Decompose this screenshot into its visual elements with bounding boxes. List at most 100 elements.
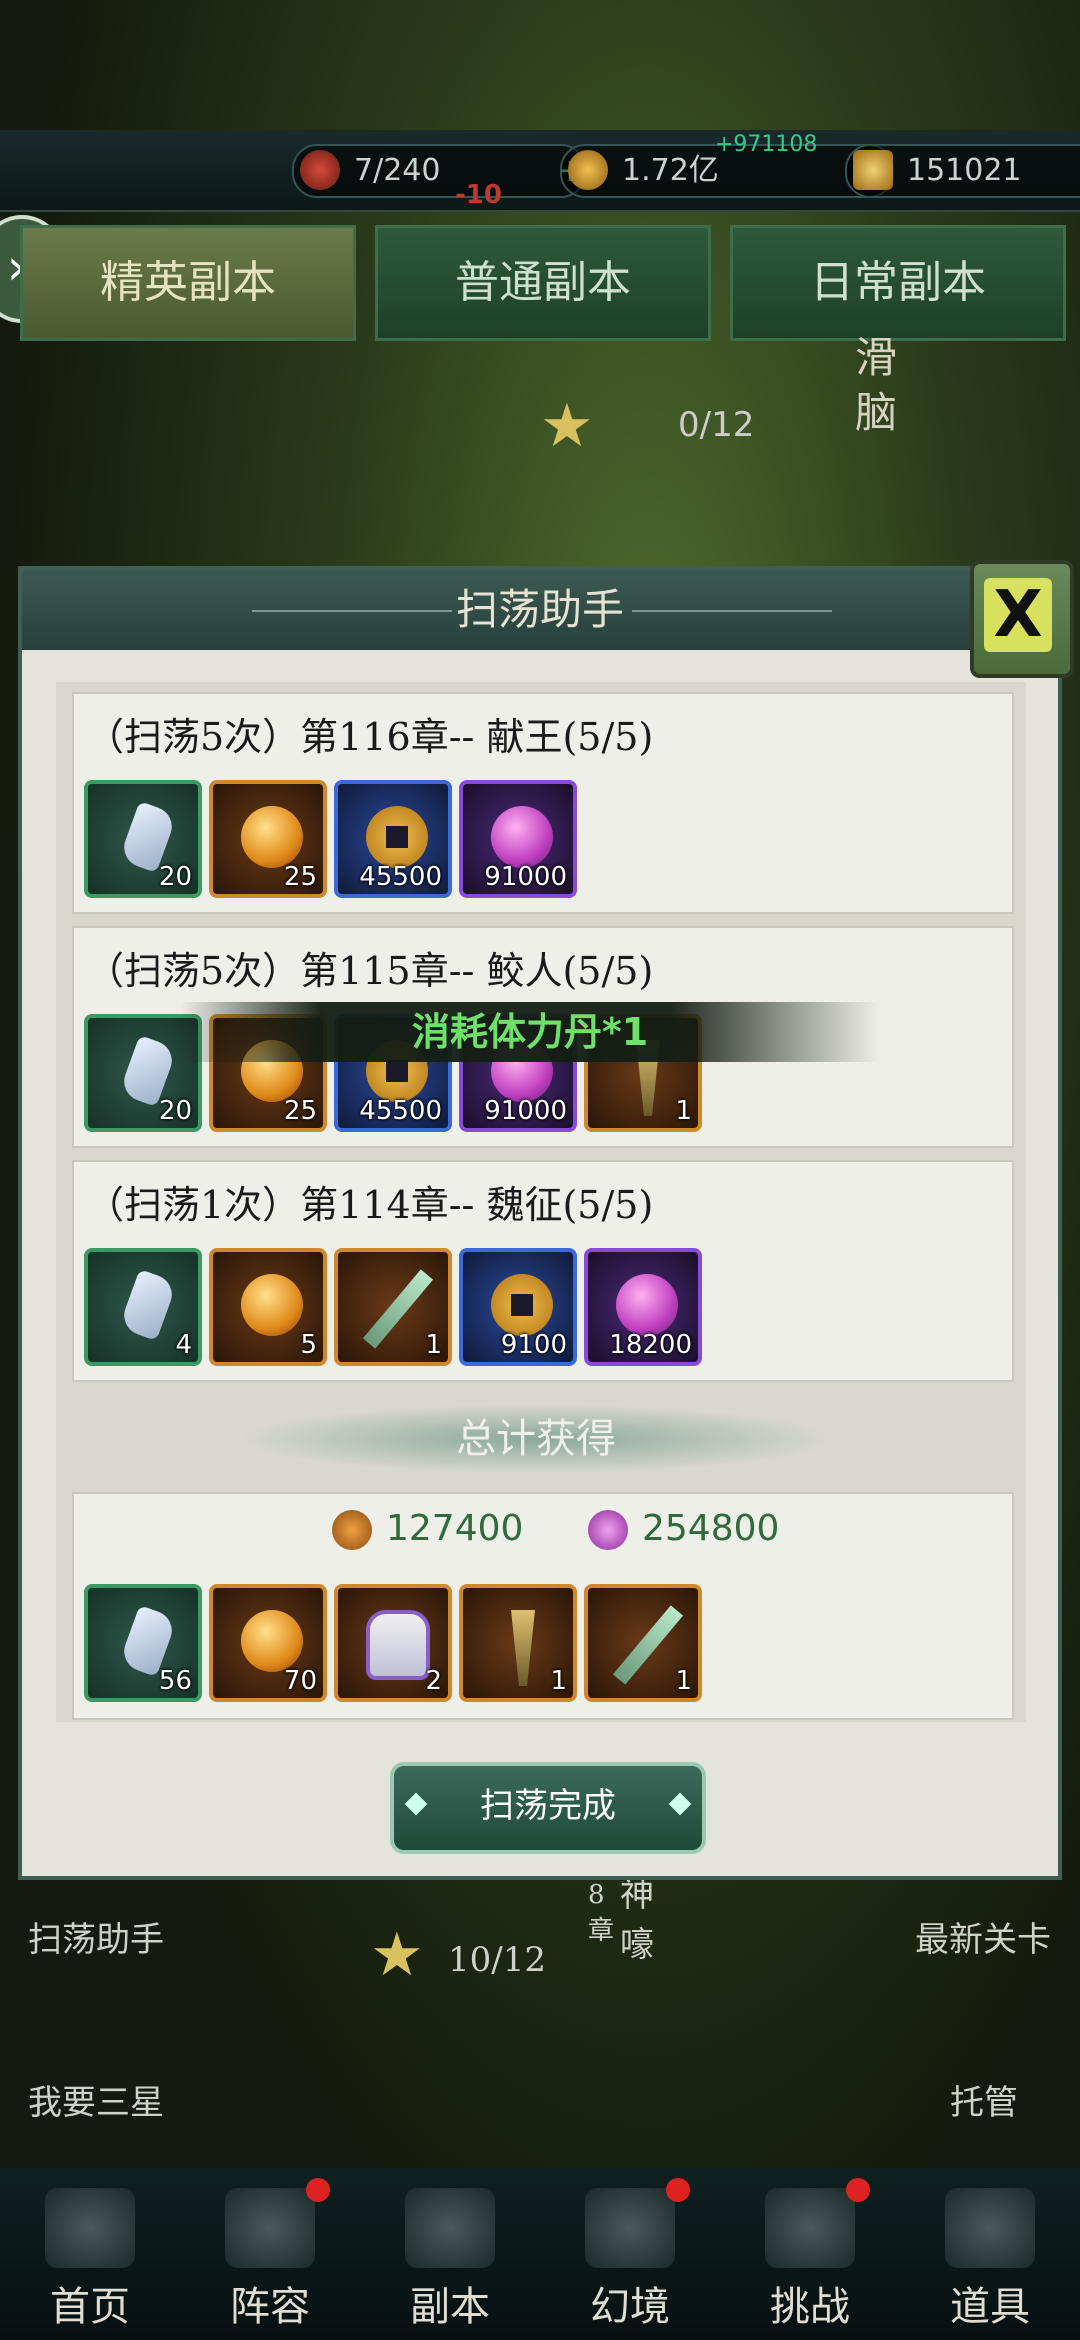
- item-quantity: 9100: [500, 1330, 567, 1360]
- item-quantity: 45500: [359, 1096, 442, 1126]
- item-quantity: 25: [283, 862, 317, 892]
- nav-item-4[interactable]: 挑战: [720, 2168, 900, 2340]
- item-quantity: 91000: [484, 862, 567, 892]
- reward-item-crystal[interactable]: 56: [84, 1584, 202, 1702]
- reward-item-sword[interactable]: 1: [334, 1248, 452, 1366]
- nav-item-3[interactable]: 幻境: [540, 2168, 720, 2340]
- nav-icon: [945, 2188, 1035, 2268]
- item-quantity: 1: [675, 1666, 692, 1696]
- nav-icon: [765, 2188, 855, 2268]
- notification-dot: [666, 2178, 690, 2202]
- item-quantity: 91000: [484, 1096, 567, 1126]
- done-label: 扫荡完成: [480, 1786, 616, 1826]
- item-quantity: 5: [300, 1330, 317, 1360]
- reward-item-sword[interactable]: 1: [584, 1584, 702, 1702]
- item-quantity: 1: [675, 1096, 692, 1126]
- reward-item-coin[interactable]: 9100: [459, 1248, 577, 1366]
- star-icon: ★: [370, 1920, 424, 1990]
- item-quantity: 45500: [359, 862, 442, 892]
- coin-icon: [491, 1274, 553, 1336]
- chapter-name: 神嚎: [620, 1875, 654, 1965]
- nav-item-1[interactable]: 阵容: [180, 2168, 360, 2340]
- coin-value: 1.72亿: [622, 153, 719, 188]
- consume-toast: 消耗体力丹*1: [180, 1002, 880, 1062]
- total-rewards-header: 总计获得: [236, 1404, 836, 1474]
- chapter-star-count-2: 10/12: [448, 1940, 546, 1980]
- notification-dot: [306, 2178, 330, 2202]
- coin-icon: [332, 1510, 372, 1550]
- close-dialog-button[interactable]: X: [970, 560, 1074, 678]
- sweep-done-button[interactable]: 扫荡完成: [390, 1762, 706, 1854]
- nav-icon: [45, 2188, 135, 2268]
- tab-elite-dungeon[interactable]: 精英副本: [20, 225, 356, 341]
- stamina-value: 7/240: [354, 153, 441, 188]
- total-coins-value: 127400: [386, 1508, 524, 1549]
- reward-item-exp[interactable]: 18200: [584, 1248, 702, 1366]
- latest-level-button[interactable]: 最新关卡: [915, 1912, 1051, 1961]
- nav-label: 幻境: [590, 2284, 670, 2330]
- chapter-star-count: 0/12: [678, 405, 755, 445]
- nav-item-5[interactable]: 道具: [900, 2168, 1080, 2340]
- sweep-dialog: 扫荡助手 （扫荡5次）第116章-- 献王(5/5) 20 25 45500 9100…: [18, 566, 1062, 1880]
- floating-gain-text: +971108: [715, 132, 818, 157]
- orb-icon: [241, 1610, 303, 1672]
- nav-item-0[interactable]: 首页: [0, 2168, 180, 2340]
- sweep-run-card: （扫荡5次）第116章-- 献王(5/5) 20 25 45500 91000: [72, 692, 1014, 914]
- run-title: （扫荡5次）第116章-- 献王(5/5): [86, 715, 654, 759]
- reward-item-crystal[interactable]: 4: [84, 1248, 202, 1366]
- orb-icon: [241, 806, 303, 868]
- total-coins: 127400: [332, 1508, 523, 1550]
- nav-icon: [585, 2188, 675, 2268]
- total-exp: 254800: [588, 1508, 779, 1550]
- three-star-button[interactable]: 我要三星: [28, 2075, 164, 2124]
- bottom-nav: 首页 阵容 副本 幻境 挑战 道具: [0, 2168, 1080, 2340]
- armor-icon: [366, 1610, 430, 1680]
- item-quantity: 56: [158, 1666, 192, 1696]
- notification-dot: [846, 2178, 870, 2202]
- reward-item-exp[interactable]: 91000: [459, 780, 577, 898]
- diamond-ornament: [668, 1792, 692, 1816]
- nav-label: 首页: [50, 2284, 130, 2330]
- tab-normal-dungeon[interactable]: 普通副本: [375, 225, 711, 341]
- reward-item-orb[interactable]: 25: [209, 780, 327, 898]
- auto-battle-button[interactable]: 托管: [950, 2075, 1018, 2124]
- close-icon: X: [984, 578, 1052, 652]
- total-rewards-card: 127400 254800 56 70 2 1 1: [72, 1492, 1014, 1720]
- chapter-number: 8章: [588, 1880, 615, 1946]
- floating-damage-text: -10: [455, 180, 502, 210]
- reward-item-boot[interactable]: 1: [459, 1584, 577, 1702]
- star-icon: ★: [540, 391, 594, 461]
- exp-icon: [588, 1510, 628, 1550]
- stamina-icon: [300, 150, 340, 190]
- item-quantity: 20: [158, 1096, 192, 1126]
- reward-item-crystal[interactable]: 20: [84, 780, 202, 898]
- exp-icon: [491, 806, 553, 868]
- nav-icon: [405, 2188, 495, 2268]
- reward-item-coin[interactable]: 45500: [334, 780, 452, 898]
- exp-icon: [616, 1274, 678, 1336]
- item-quantity: 20: [158, 862, 192, 892]
- chapter-side-label: 滑脑: [855, 333, 898, 437]
- item-quantity: 25: [283, 1096, 317, 1126]
- tab-daily-dungeon[interactable]: 日常副本: [730, 225, 1066, 341]
- item-quantity: 18200: [609, 1330, 692, 1360]
- nav-item-2[interactable]: 副本: [360, 2168, 540, 2340]
- total-exp-value: 254800: [642, 1508, 780, 1549]
- reward-item-orb[interactable]: 70: [209, 1584, 327, 1702]
- nav-icon: [225, 2188, 315, 2268]
- sword-icon: [362, 1269, 434, 1349]
- orb-icon: [241, 1274, 303, 1336]
- sweep-run-card: （扫荡1次）第114章-- 魏征(5/5) 4 5 1 9100 18200: [72, 1160, 1014, 1382]
- item-quantity: 1: [425, 1330, 442, 1360]
- reward-item-orb[interactable]: 5: [209, 1248, 327, 1366]
- header-divider: [252, 610, 452, 612]
- item-quantity: 2: [425, 1666, 442, 1696]
- reward-item-armor[interactable]: 2: [334, 1584, 452, 1702]
- sweep-helper-button[interactable]: 扫荡助手: [28, 1912, 164, 1961]
- gold-value: 151021: [907, 153, 1022, 188]
- item-quantity: 70: [283, 1666, 317, 1696]
- coin-icon: [366, 806, 428, 868]
- header-divider: [632, 610, 832, 612]
- nav-label: 道具: [950, 2284, 1030, 2330]
- sword-icon: [612, 1605, 684, 1685]
